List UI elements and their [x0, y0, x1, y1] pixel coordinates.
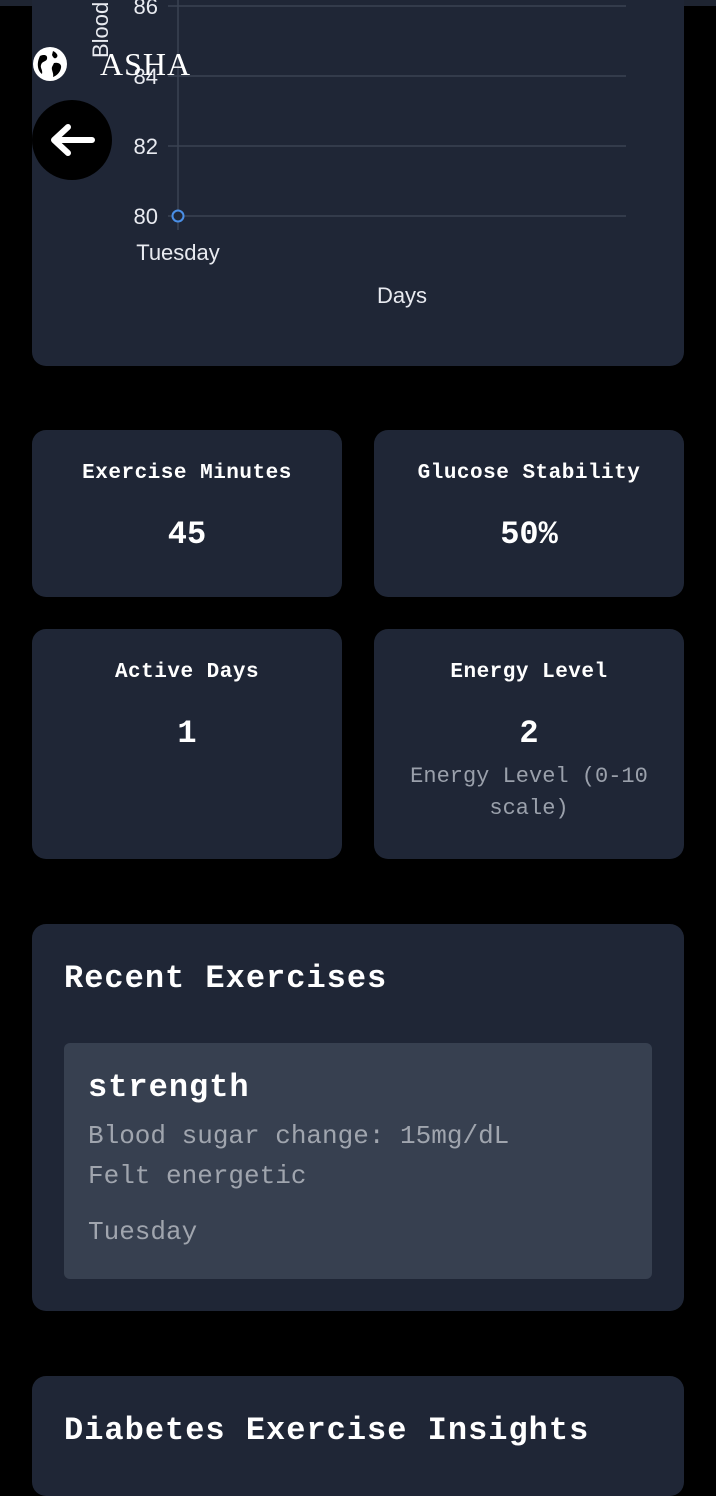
y-tick-label: 82: [134, 134, 158, 159]
exercise-day: Tuesday: [88, 1217, 198, 1247]
stat-value: 50%: [500, 516, 558, 553]
arrow-left-icon: [48, 122, 96, 158]
exercise-type: strength: [88, 1069, 250, 1106]
stat-caption: Energy Level (0-10 scale): [410, 764, 648, 821]
energy-level-card: Energy Level 2 Energy Level (0-10 scale): [374, 629, 684, 859]
x-tick-label: Tuesday: [136, 240, 220, 265]
stat-label: Active Days: [114, 661, 260, 684]
stat-label: Energy Level: [450, 661, 608, 684]
exercise-blood-sugar-change: Blood sugar change: 15mg/dL: [88, 1121, 510, 1151]
y-tick-label: 86: [134, 0, 158, 19]
data-point[interactable]: [171, 209, 185, 223]
glucose-stability-card: Glucose Stability 50%: [374, 430, 684, 597]
x-axis-title: Days: [377, 283, 427, 308]
recent-exercises-card: Recent Exercises strength Blood sugar ch…: [32, 924, 684, 1311]
section-title: Recent Exercises: [64, 960, 388, 997]
section-title: Diabetes Exercise Insights: [64, 1412, 590, 1449]
stat-value: 45: [167, 516, 207, 553]
stat-value: 1: [177, 715, 197, 752]
active-days-card: Active Days 1: [32, 629, 342, 859]
stat-label: Exercise Minutes: [82, 462, 292, 485]
y-tick-label: 80: [134, 204, 158, 229]
globe-icon[interactable]: [32, 46, 68, 82]
exercise-minutes-card: Exercise Minutes 45: [32, 430, 342, 597]
exercise-feeling: Felt energetic: [88, 1161, 307, 1191]
diabetes-insights-card: Diabetes Exercise Insights: [32, 1376, 684, 1496]
app-name: ASHA: [100, 45, 192, 82]
stat-value: 2: [519, 715, 539, 752]
back-button[interactable]: [32, 100, 112, 180]
app-brand[interactable]: ASHA: [32, 44, 191, 84]
stat-label: Glucose Stability: [417, 462, 641, 485]
exercise-item[interactable]: strength Blood sugar change: 15mg/dL Fel…: [64, 1043, 652, 1279]
